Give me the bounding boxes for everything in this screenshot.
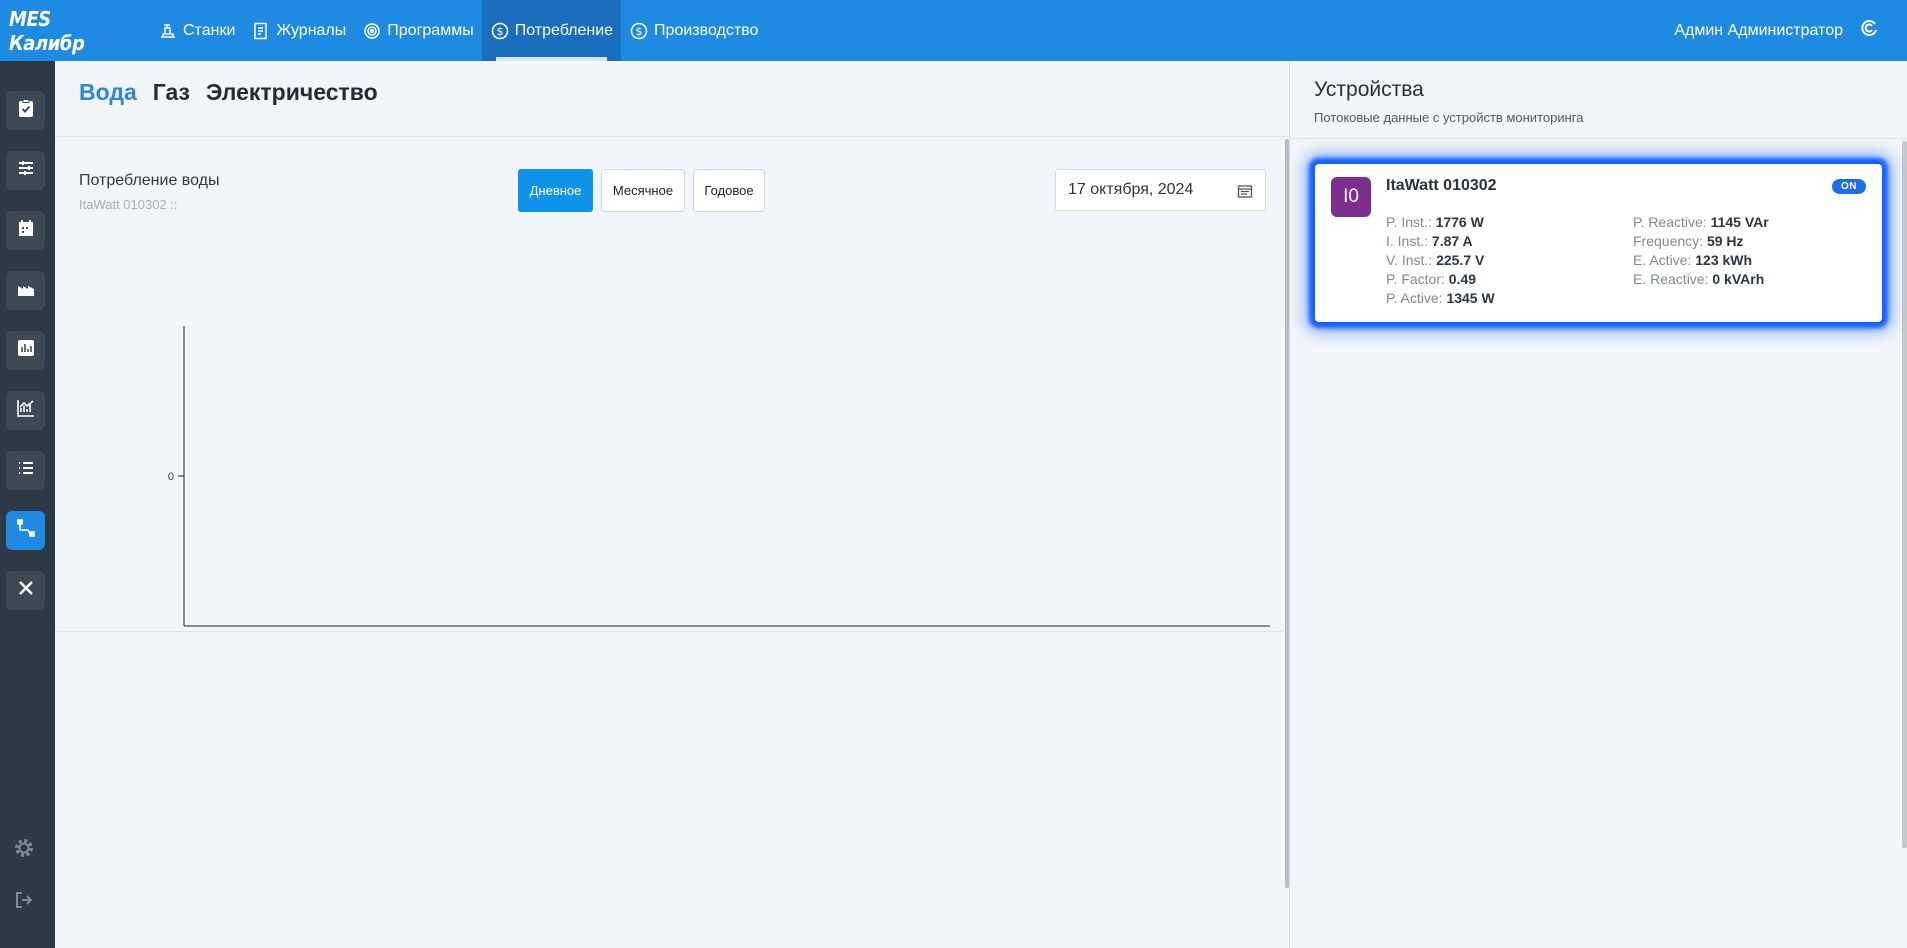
sidebar-settings-sliders-button[interactable]	[6, 151, 45, 190]
user-name[interactable]: Админ Администратор	[1674, 22, 1843, 40]
line-chart-icon	[16, 398, 36, 423]
metric-p-reactive: P. Reactive: 1145 VAr	[1633, 214, 1769, 230]
sidebar-line-chart-button[interactable]	[6, 391, 45, 430]
program-icon	[362, 21, 382, 41]
clipboard-check-icon	[16, 98, 36, 123]
swirl-logo-icon[interactable]	[1859, 18, 1879, 43]
metric-i-inst: I. Inst.: 7.87 A	[1386, 233, 1473, 249]
sidebar-settings-button[interactable]	[9, 835, 39, 865]
nav-label: Программы	[387, 21, 474, 39]
divider	[1290, 138, 1907, 139]
nav-production[interactable]: $ Производство	[621, 0, 766, 61]
sidebar-bar-chart-button[interactable]	[6, 331, 45, 370]
tab-water[interactable]: Вода	[79, 79, 137, 106]
divider	[55, 631, 1289, 632]
nav-journals[interactable]: Журналы	[243, 0, 354, 61]
chart-title: Потребление воды	[79, 172, 220, 189]
date-value: 17 октября, 2024	[1068, 181, 1194, 198]
list-icon	[16, 458, 36, 483]
flow-icon	[16, 518, 36, 543]
dollar-circle-icon: $	[629, 21, 649, 41]
calendar-icon	[16, 218, 36, 243]
period-monthly-button[interactable]: Месячное	[601, 169, 685, 212]
status-badge: ON	[1832, 179, 1866, 194]
metric-e-active: E. Active: 123 kWh	[1633, 252, 1753, 268]
device-avatar: I0	[1331, 177, 1371, 217]
nav-label: Потребление	[514, 21, 614, 39]
date-picker[interactable]: 17 октября, 2024	[1055, 169, 1266, 211]
sidebar-factory-button[interactable]	[6, 271, 45, 310]
device-card[interactable]: I0 ItaWatt 010302 ON P. Inst.: 1776 W I.…	[1315, 164, 1882, 322]
sliders-icon	[16, 158, 36, 183]
chart-subtitle: ItaWatt 010302 ::	[79, 197, 178, 212]
svg-text:$: $	[496, 25, 503, 38]
nav-label: Журналы	[276, 21, 347, 39]
nav-consumption[interactable]: $ Потребление	[481, 0, 622, 61]
top-navbar: MES Калибр Станки Журналы Программы $ По…	[0, 0, 1907, 61]
left-sidebar	[0, 61, 55, 948]
journal-icon	[251, 21, 271, 41]
bar-chart-icon	[16, 338, 36, 363]
brand-logo[interactable]: MES Калибр	[0, 0, 135, 61]
metric-p-factor: P. Factor: 0.49	[1386, 271, 1477, 287]
nav-label: Станки	[183, 21, 236, 39]
metric-v-inst: V. Inst.: 225.7 V	[1386, 252, 1485, 268]
y-tick-label: 0	[168, 471, 174, 483]
sidebar-list-button[interactable]	[6, 451, 45, 490]
tab-electricity[interactable]: Электричество	[206, 79, 378, 106]
sidebar-calendar-button[interactable]	[6, 211, 45, 250]
sidebar-logout-button[interactable]	[9, 887, 39, 917]
factory-icon	[16, 278, 36, 303]
divider	[55, 136, 1289, 137]
calendar-icon[interactable]	[1237, 183, 1253, 199]
tools-icon	[16, 578, 36, 603]
y-ticks: 0	[168, 471, 184, 483]
period-yearly-button[interactable]: Годовое	[693, 169, 765, 212]
scrollbar-thumb[interactable]	[1902, 141, 1907, 848]
consumption-chart: 0	[168, 326, 1270, 627]
resource-tabs: Вода Газ Электричество	[79, 79, 378, 106]
user-area: Админ Администратор	[1674, 0, 1907, 61]
svg-text:$: $	[636, 25, 643, 38]
devices-subtitle: Потоковые данные с устройств мониторинга	[1314, 110, 1584, 125]
sidebar-tasks-button[interactable]	[6, 91, 45, 130]
logout-icon	[14, 890, 34, 915]
metric-p-active: P. Active: 1345 W	[1386, 290, 1495, 306]
period-daily-button[interactable]: Дневное	[518, 169, 593, 212]
devices-panel: Устройства Потоковые данные с устройств …	[1289, 61, 1907, 948]
nav-programs[interactable]: Программы	[354, 0, 481, 61]
dollar-circle-icon: $	[490, 21, 510, 41]
gear-icon	[13, 837, 35, 864]
nav-label: Производство	[654, 21, 759, 39]
devices-title: Устройства	[1314, 78, 1424, 101]
tab-gas[interactable]: Газ	[153, 79, 190, 106]
device-name: ItaWatt 010302	[1386, 177, 1497, 194]
sidebar-flow-button[interactable]	[6, 511, 45, 550]
machine-icon	[158, 21, 178, 41]
sidebar-tools-button[interactable]	[6, 571, 45, 610]
main-content: Вода Газ Электричество Потребление воды …	[55, 61, 1289, 948]
nav-machines[interactable]: Станки	[150, 0, 243, 61]
metric-p-inst: P. Inst.: 1776 W	[1386, 214, 1484, 230]
main-nav: Станки Журналы Программы $ Потребление $…	[150, 0, 766, 61]
metric-e-reactive: E. Reactive: 0 kVArh	[1633, 271, 1765, 287]
metric-frequency: Frequency: 59 Hz	[1633, 233, 1744, 249]
